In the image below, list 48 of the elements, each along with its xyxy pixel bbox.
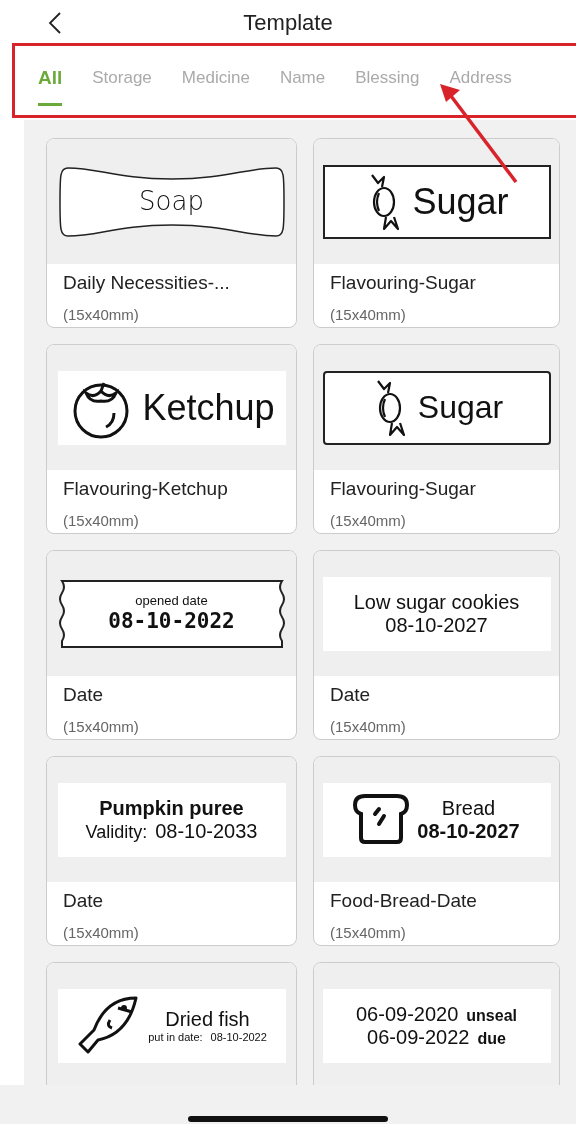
label-text: Validity:: [85, 821, 148, 843]
template-card[interactable]: Low sugar cookies 08-10-2027 Date (15x40mm): [313, 550, 560, 740]
template-title: Date: [330, 684, 372, 706]
template-card[interactable]: Sugar Flavouring-Sugar (15x40mm): [313, 344, 560, 534]
label-text: put in date:: [148, 1030, 203, 1044]
template-card[interactable]: Dried fish put in date: 08-10-2022: [46, 962, 297, 1085]
template-size: (15x40mm): [330, 306, 407, 323]
template-size: (15x40mm): [63, 924, 140, 941]
template-title: Flavouring-Sugar: [330, 272, 477, 294]
label-text: 08-10-2027: [385, 613, 488, 637]
template-size: (15x40mm): [63, 306, 140, 323]
label-text: 08-10-2033: [155, 819, 258, 843]
label-text: 08-10-2022: [108, 608, 235, 634]
label-text: Low sugar cookies: [353, 590, 520, 614]
template-title: Date: [63, 890, 105, 912]
template-card[interactable]: Pumpkin puree Validity: 08-10-2033 Date (15x40mm): [46, 756, 297, 946]
label-text: Sugar: [417, 389, 504, 426]
label-text: 08-10-2022: [210, 1030, 267, 1044]
template-title: Flavouring-Sugar: [330, 478, 477, 500]
label-text: Soap: [139, 186, 204, 217]
label-text: unseal: [466, 1006, 517, 1025]
template-title: Food-Bread-Date: [330, 890, 478, 912]
template-card[interactable]: Bread 08-10-2027 Food-Bread-Date (15x40mm): [313, 756, 560, 946]
label-text: due: [477, 1029, 506, 1048]
template-card[interactable]: Soap Daily Necessities-... (15x40mm): [46, 138, 297, 328]
label-text: 06-09-2022: [367, 1025, 470, 1049]
template-card[interactable]: 06-09-2020 unseal 06-09-2022 due: [313, 962, 560, 1085]
template-title: Daily Necessities-...: [63, 272, 231, 294]
label-text: 06-09-2020: [356, 1002, 459, 1026]
template-size: (15x40mm): [330, 924, 407, 941]
template-card[interactable]: opened date 08-10-2022 Date (15x40mm): [46, 550, 297, 740]
template-card[interactable]: Sugar Flavouring-Sugar (15x40mm): [313, 138, 560, 328]
label-text: opened date: [135, 593, 208, 609]
label-text: Sugar: [412, 180, 509, 223]
template-size: (15x40mm): [330, 718, 407, 735]
label-text: Dried fish: [165, 1007, 250, 1031]
label-text: Pumpkin puree: [99, 796, 244, 820]
template-size: (15x40mm): [330, 512, 407, 529]
page-title: Template: [243, 9, 333, 36]
label-text: Ketchup: [142, 386, 275, 429]
label-text: 08-10-2027: [417, 819, 520, 843]
template-size: (15x40mm): [63, 512, 140, 529]
back-icon[interactable]: [48, 11, 62, 35]
template-title: Date: [63, 684, 105, 706]
label-text: Bread: [441, 796, 496, 820]
template-card[interactable]: Ketchup Flavouring-Ketchup (15x40mm): [46, 344, 297, 534]
template-size: (15x40mm): [63, 718, 140, 735]
template-title: Flavouring-Ketchup: [63, 478, 229, 500]
